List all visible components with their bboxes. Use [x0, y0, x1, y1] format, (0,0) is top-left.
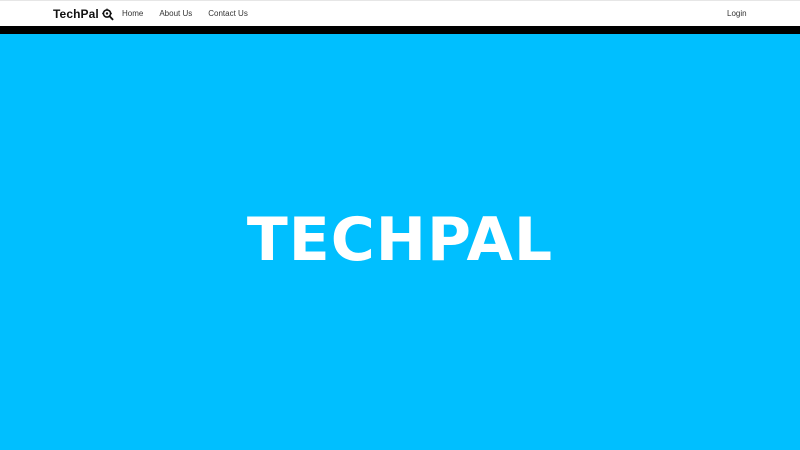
- magnifier-gear-icon: [101, 8, 114, 21]
- main-nav: Home About Us Contact Us: [122, 9, 248, 18]
- brand-logo-link[interactable]: TechPal: [53, 7, 114, 21]
- hero-title: TECHPAL: [246, 205, 554, 275]
- header-divider-bar: [0, 26, 800, 34]
- nav-link-about-us[interactable]: About Us: [159, 9, 192, 18]
- login-link[interactable]: Login: [727, 9, 747, 18]
- hero-section: TECHPAL: [0, 34, 800, 450]
- top-navbar: TechPal Home About Us Contact Us Login: [0, 0, 800, 26]
- nav-link-home[interactable]: Home: [122, 9, 143, 18]
- nav-link-contact-us[interactable]: Contact Us: [208, 9, 248, 18]
- brand-name: TechPal: [53, 7, 99, 21]
